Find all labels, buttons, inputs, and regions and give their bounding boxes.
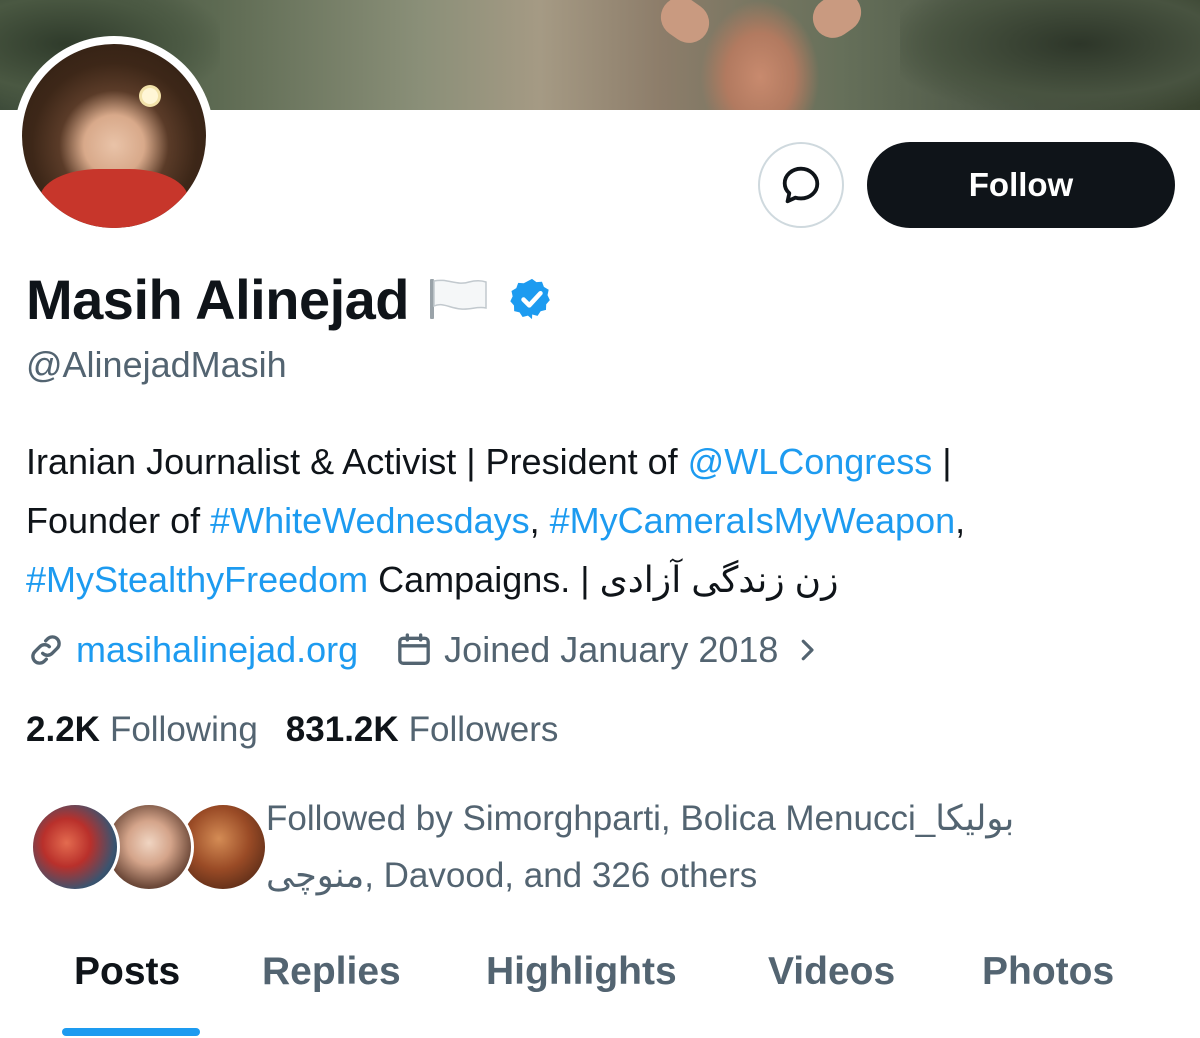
link-icon	[31, 635, 61, 665]
followers-stat[interactable]: 831.2K Followers	[286, 710, 559, 750]
active-tab-indicator	[62, 1028, 200, 1036]
hashtag-link-whitewednesdays[interactable]: #WhiteWednesdays	[210, 500, 530, 541]
avatar-jacket	[40, 169, 188, 228]
followed-by-text[interactable]: Followed by Simorghparti, Bolica Menucci…	[266, 790, 1166, 904]
website-item[interactable]: masihalinejad.org	[26, 629, 358, 671]
bio-text: |	[932, 441, 952, 482]
avatar	[30, 802, 120, 892]
bio-line-2: Founder of #WhiteWednesdays, #MyCameraIs…	[26, 491, 1186, 550]
tab-highlights[interactable]: Highlights	[486, 950, 677, 994]
followers-count: 831.2K	[285, 710, 399, 749]
hashtag-link-mycameraismyweapon[interactable]: #MyCameraIsMyWeapon	[550, 500, 955, 541]
bio-text: ,	[955, 500, 966, 541]
bio-text: ,	[529, 500, 550, 541]
tab-videos[interactable]: Videos	[768, 950, 895, 994]
banner-tree-right	[900, 0, 1200, 110]
profile-bio: Iranian Journalist & Activist | Presiden…	[26, 432, 1186, 609]
tab-replies[interactable]: Replies	[262, 950, 401, 994]
tab-posts[interactable]: Posts	[74, 950, 180, 994]
bio-line-3: #MyStealthyFreedom Campaigns. | زن زندگی…	[26, 550, 1186, 609]
banner-figure	[700, 0, 820, 110]
bio-text: Campaigns. | زن زندگی آزادی	[368, 559, 839, 600]
following-stat[interactable]: 2.2K Following	[26, 710, 258, 750]
verified-badge-icon[interactable]	[509, 276, 555, 322]
avatar-photo	[22, 44, 206, 228]
profile-meta: masihalinejad.org Joined January 2018	[26, 620, 822, 680]
followers-label: Followers	[408, 710, 559, 749]
joined-date: Joined January 2018	[444, 629, 779, 670]
profile-handle: @AlinejadMasih	[26, 344, 287, 385]
avatar-flower	[141, 88, 158, 105]
tab-photos[interactable]: Photos	[982, 950, 1114, 994]
followed-by-line-1: Followed by Simorghparti, Bolica Menucci…	[266, 799, 1015, 838]
hashtag-link-mystealthyfreedom[interactable]: #MyStealthyFreedom	[26, 559, 368, 600]
bio-text: Founder of	[26, 500, 211, 541]
following-label: Following	[109, 710, 258, 749]
profile-tabs: Posts Replies Highlights Videos Photos	[0, 940, 1200, 1038]
joined-item[interactable]: Joined January 2018	[394, 629, 822, 671]
profile-avatar[interactable]	[14, 36, 214, 236]
followed-by-avatars[interactable]	[30, 802, 268, 896]
follow-button[interactable]: Follow	[867, 142, 1175, 228]
profile-name-row: Masih Alinejad	[26, 264, 555, 334]
website-link[interactable]: masihalinejad.org	[76, 629, 358, 671]
following-count: 2.2K	[26, 710, 100, 749]
mention-link-wlcongress[interactable]: @WLCongress	[688, 441, 933, 482]
chevron-right-icon	[802, 639, 814, 661]
white-flag-icon	[430, 279, 487, 319]
bio-text: Iranian Journalist & Activist | Presiden…	[26, 441, 688, 482]
followed-by-line-2: منوچی, Davood, and 326 others	[266, 856, 758, 895]
profile-stats: 2.2K Following 831.2K Followers	[26, 702, 558, 758]
message-bubble-icon	[782, 166, 820, 204]
calendar-icon	[398, 633, 431, 665]
bio-line-1: Iranian Journalist & Activist | Presiden…	[26, 432, 1186, 491]
message-button[interactable]	[758, 142, 844, 228]
profile-name: Masih Alinejad	[26, 267, 410, 331]
